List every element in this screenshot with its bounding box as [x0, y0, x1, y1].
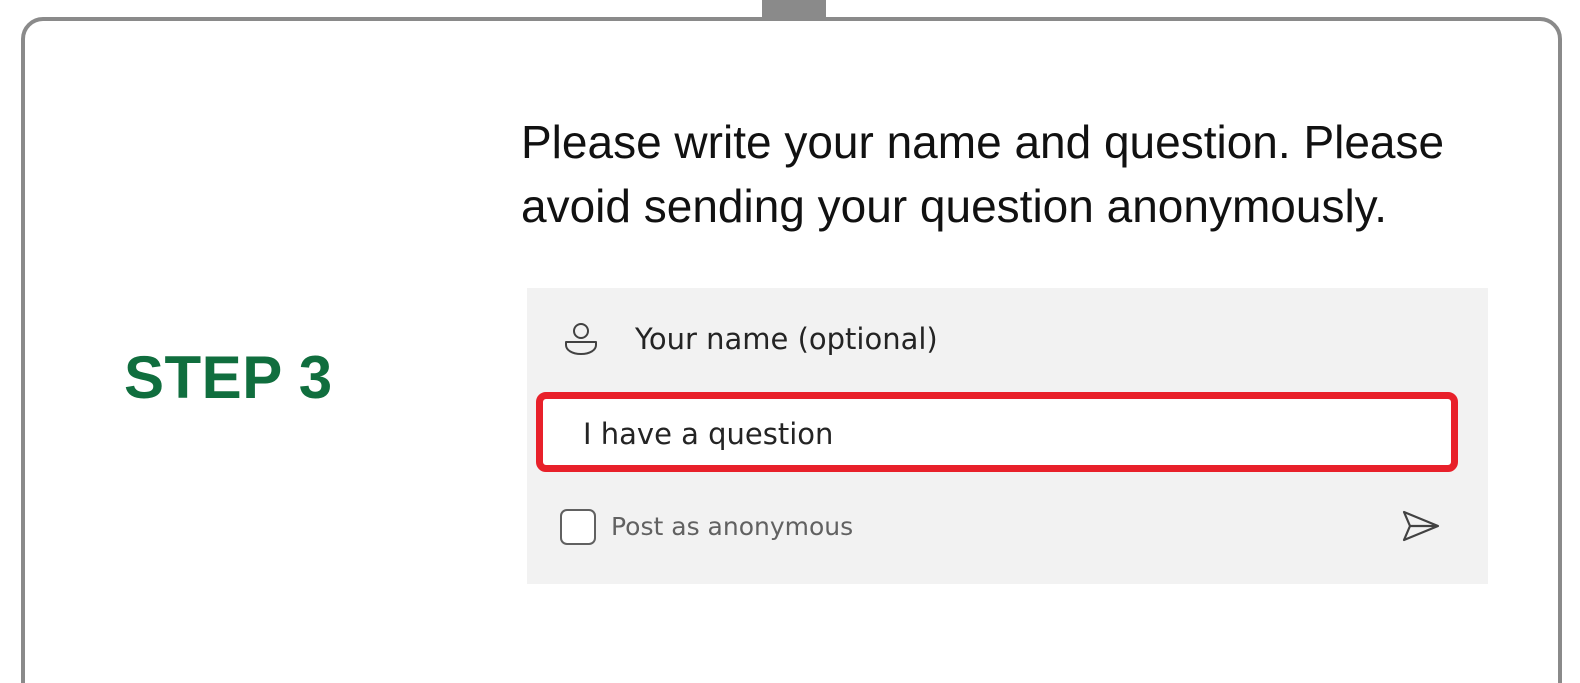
instruction-text: Please write your name and question. Ple… [521, 116, 1445, 232]
anonymous-row: Post as anonymous [527, 502, 1488, 552]
question-form: Post as anonymous [527, 288, 1488, 584]
step-label: STEP 3 [124, 344, 333, 411]
send-icon [1401, 509, 1441, 548]
post-anonymous-checkbox[interactable] [560, 509, 596, 545]
question-input[interactable] [583, 413, 1423, 455]
name-row [527, 310, 1488, 370]
send-button[interactable] [1399, 508, 1443, 548]
post-anonymous-label[interactable]: Post as anonymous [611, 511, 853, 543]
person-icon [563, 321, 599, 357]
question-highlight-box [536, 392, 1458, 472]
tutorial-step-page: STEP 3 Please write your name and questi… [0, 0, 1580, 683]
name-input[interactable] [635, 317, 1435, 361]
